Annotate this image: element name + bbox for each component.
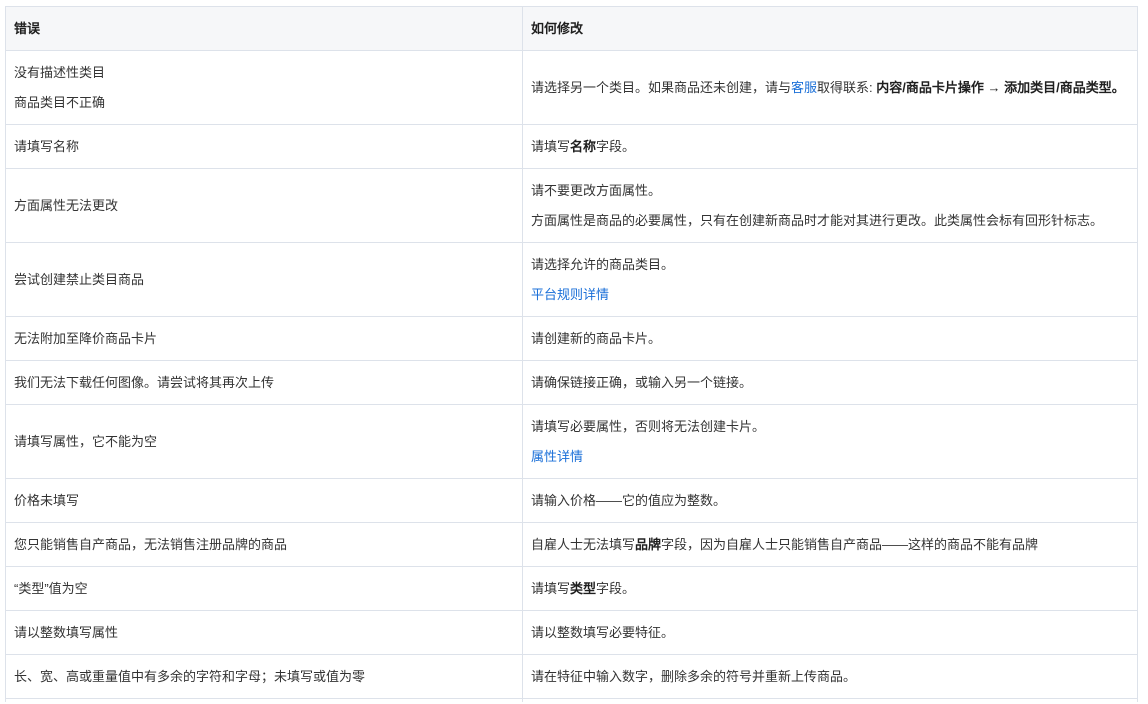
fix-cell: [522, 698, 1138, 702]
table-row: 您只能销售自产商品，无法销售注册品牌的商品 自雇人士无法填写品牌字段，因为自雇人…: [5, 522, 1138, 567]
fix-line: 请选择另一个类目。如果商品还未创建，请与客服取得联系: 内容/商品卡片操作 → …: [531, 73, 1129, 103]
error-cell: 尝试创建禁止类目商品: [5, 242, 523, 317]
table-row: “类型”值为空 请填写类型字段。: [5, 566, 1138, 611]
fix-cell: 请填写必要属性，否则将无法创建卡片。 属性详情: [522, 404, 1138, 479]
error-cell: 我们无法下载任何图像。请尝试将其再次上传: [5, 360, 523, 405]
fix-text: 取得联系:: [817, 80, 877, 95]
fix-line: 请填写必要属性，否则将无法创建卡片。: [531, 419, 766, 434]
error-cell: 请以整数填写属性: [5, 610, 523, 655]
fix-cell: 请填写名称字段。: [522, 124, 1138, 169]
error-line: 我们无法下载任何图像。请尝试将其再次上传: [14, 375, 275, 390]
fix-cell: 请以整数填写必要特征。: [522, 610, 1138, 655]
header-row: 错误 如何修改: [5, 6, 1138, 51]
fix-text: 字段。: [596, 581, 636, 596]
menu-path-emphasis: 内容/商品卡片操作 → 添加类目/商品类型。: [876, 80, 1125, 95]
fix-line: 请以整数填写必要特征。: [531, 625, 675, 640]
error-cell: “类型”值为空: [5, 566, 523, 611]
fix-line: 请在特征中输入数字，删除多余的符号并重新上传商品。: [531, 669, 857, 684]
fix-line: 请填写类型字段。: [531, 574, 1129, 604]
fix-cell: 请选择另一个类目。如果商品还未创建，请与客服取得联系: 内容/商品卡片操作 → …: [522, 50, 1138, 125]
fix-cell: 请不要更改方面属性。 方面属性是商品的必要属性，只有在创建新商品时才能对其进行更…: [522, 168, 1138, 243]
error-line: 请填写属性，它不能为空: [14, 434, 158, 449]
error-cell: 没有描述性类目 商品类目不正确: [5, 50, 523, 125]
field-name-emphasis: 品牌: [635, 537, 662, 552]
error-cell: 方面属性无法更改: [5, 168, 523, 243]
fix-line: 请创建新的商品卡片。: [531, 331, 662, 346]
fix-text: 字段，因为自雇人士只能销售自产商品——这样的商品不能有品牌: [661, 537, 1039, 552]
error-cell: 长、宽、高或重量值中有多余的字符和字母；未填写或值为零: [5, 654, 523, 699]
error-line: 尝试创建禁止类目商品: [14, 272, 145, 287]
fix-text: 字段。: [596, 139, 636, 154]
fix-line: 请填写名称字段。: [531, 132, 1129, 162]
fix-cell: 请在特征中输入数字，删除多余的符号并重新上传商品。: [522, 654, 1138, 699]
error-cell: 价格未填写: [5, 478, 523, 523]
table-row-partial: [5, 698, 1138, 702]
error-line: “类型”值为空: [14, 581, 88, 596]
fix-line: 请不要更改方面属性。: [531, 183, 662, 198]
header-cell-error: 错误: [5, 6, 523, 51]
field-name-emphasis: 名称: [570, 139, 597, 154]
platform-rules-link[interactable]: 平台规则详情: [531, 287, 609, 302]
table-row: 请以整数填写属性 请以整数填写必要特征。: [5, 610, 1138, 655]
fix-line: 请输入价格——它的值应为整数。: [531, 493, 727, 508]
error-line: 您只能销售自产商品，无法销售注册品牌的商品: [14, 537, 288, 552]
table-row: 请填写名称 请填写名称字段。: [5, 124, 1138, 169]
error-line: 价格未填写: [14, 493, 80, 508]
attribute-details-link[interactable]: 属性详情: [531, 449, 583, 464]
table-row: 长、宽、高或重量值中有多余的字符和字母；未填写或值为零 请在特征中输入数字，删除…: [5, 654, 1138, 699]
fix-line: 平台规则详情: [531, 280, 1129, 310]
header-cell-fix: 如何修改: [522, 6, 1138, 51]
table-row: 价格未填写 请输入价格——它的值应为整数。: [5, 478, 1138, 523]
fix-text: 请填写: [531, 139, 571, 154]
fix-line: 属性详情: [531, 442, 1129, 472]
field-name-emphasis: 类型: [570, 581, 597, 596]
fix-cell: 请创建新的商品卡片。: [522, 316, 1138, 361]
fix-cell: 请输入价格——它的值应为整数。: [522, 478, 1138, 523]
fix-text: 请填写: [531, 581, 571, 596]
error-line: 长、宽、高或重量值中有多余的字符和字母；未填写或值为零: [14, 669, 366, 684]
fix-line: 请确保链接正确，或输入另一个链接。: [531, 375, 753, 390]
error-cell: [5, 698, 523, 702]
fix-cell: 请选择允许的商品类目。 平台规则详情: [522, 242, 1138, 317]
error-line: 无法附加至降价商品卡片: [14, 331, 158, 346]
table-row: 没有描述性类目 商品类目不正确 请选择另一个类目。如果商品还未创建，请与客服取得…: [5, 50, 1138, 125]
fix-cell: 自雇人士无法填写品牌字段，因为自雇人士只能销售自产商品——这样的商品不能有品牌: [522, 522, 1138, 567]
error-line: 请以整数填写属性: [14, 625, 119, 640]
error-cell: 您只能销售自产商品，无法销售注册品牌的商品: [5, 522, 523, 567]
fix-text: 请选择另一个类目。如果商品还未创建，请与: [531, 80, 792, 95]
customer-service-link[interactable]: 客服: [791, 80, 817, 95]
error-line: 没有描述性类目: [14, 65, 106, 80]
table-row: 无法附加至降价商品卡片 请创建新的商品卡片。: [5, 316, 1138, 361]
fix-cell: 请确保链接正确，或输入另一个链接。: [522, 360, 1138, 405]
error-line: 请填写名称: [14, 139, 80, 154]
error-line: 商品类目不正确: [14, 95, 106, 110]
fix-line: 方面属性是商品的必要属性，只有在创建新商品时才能对其进行更改。此类属性会标有回形…: [531, 213, 1104, 228]
table-row: 请填写属性，它不能为空 请填写必要属性，否则将无法创建卡片。 属性详情: [5, 404, 1138, 479]
error-cell: 无法附加至降价商品卡片: [5, 316, 523, 361]
table-row: 我们无法下载任何图像。请尝试将其再次上传 请确保链接正确，或输入另一个链接。: [5, 360, 1138, 405]
error-fix-table: 错误 如何修改 没有描述性类目 商品类目不正确 请选择另一个类目。如果商品还未创…: [5, 6, 1138, 702]
fix-cell: 请填写类型字段。: [522, 566, 1138, 611]
fix-line: 请选择允许的商品类目。: [531, 257, 675, 272]
fix-line: 自雇人士无法填写品牌字段，因为自雇人士只能销售自产商品——这样的商品不能有品牌: [531, 530, 1129, 560]
table-row: 方面属性无法更改 请不要更改方面属性。 方面属性是商品的必要属性，只有在创建新商…: [5, 168, 1138, 243]
table-row: 尝试创建禁止类目商品 请选择允许的商品类目。 平台规则详情: [5, 242, 1138, 317]
error-line: 方面属性无法更改: [14, 198, 119, 213]
error-cell: 请填写属性，它不能为空: [5, 404, 523, 479]
fix-text: 自雇人士无法填写: [531, 537, 636, 552]
error-cell: 请填写名称: [5, 124, 523, 169]
